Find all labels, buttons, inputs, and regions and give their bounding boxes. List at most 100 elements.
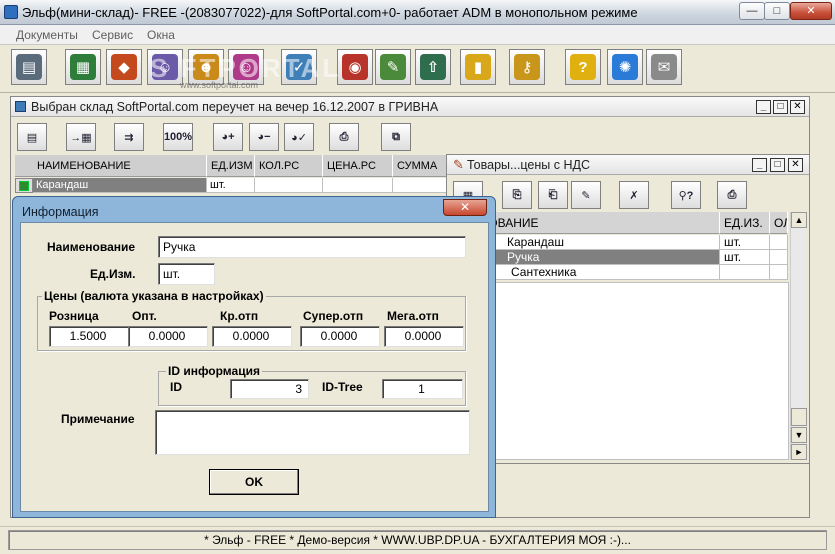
goods-row-unit[interactable]: шт. (720, 235, 770, 250)
exit-button[interactable]: ⇧ (415, 49, 451, 85)
price-label-retail: Розница (49, 309, 99, 323)
check-color-button[interactable]: ◕✓ (284, 123, 314, 151)
goods-row-unit[interactable]: шт. (720, 250, 770, 265)
stock-minimize-button[interactable]: _ (756, 100, 771, 114)
maximize-button[interactable]: □ (764, 2, 790, 20)
price-field-wholesale[interactable]: 0.0000 (128, 326, 208, 347)
stock-close-button[interactable]: ✕ (790, 100, 805, 114)
edit-button[interactable]: ✎ (375, 49, 411, 85)
name-field[interactable]: Ручка (158, 236, 466, 258)
goods-window-icon: ✎ (453, 157, 464, 172)
import-button[interactable]: →▦ (66, 123, 96, 151)
catalog-button[interactable]: ▦ (65, 49, 101, 85)
scroll-right-arrow[interactable]: ► (791, 444, 807, 460)
scroll-up-arrow[interactable]: ▲ (791, 212, 807, 228)
doc-list-button[interactable]: ▤ (17, 123, 47, 151)
note-field[interactable] (155, 410, 470, 455)
goods-close-button[interactable]: ✕ (788, 158, 803, 172)
inventory-icon: ◉ (342, 54, 368, 80)
add-color-button[interactable]: ◕+ (213, 123, 243, 151)
column-header-3[interactable]: ЦЕНА.РС (323, 155, 393, 177)
column-header-0[interactable]: НАИМЕНОВАНИЕ (33, 155, 207, 177)
price-field-super-wholesale[interactable]: 0.0000 (300, 326, 380, 347)
goods-row-qty[interactable] (770, 265, 788, 280)
menu-windows[interactable]: Окна (147, 28, 175, 42)
dialog-title: Информация (22, 205, 99, 219)
unit-field[interactable]: шт. (158, 263, 215, 285)
edit-button[interactable]: ✎ (571, 181, 601, 209)
transfer-icon: ⇉ (124, 131, 134, 144)
help-button[interactable]: ? (565, 49, 601, 85)
window-title: Эльф(мини-склад)- FREE -(2083077022)-для… (22, 5, 638, 20)
price-field-mega-wholesale[interactable]: 0.0000 (384, 326, 464, 347)
windows-button[interactable]: ⧉ (381, 123, 411, 151)
minimize-button[interactable]: — (739, 2, 765, 20)
menu-service[interactable]: Сервис (92, 28, 133, 42)
update-icon: ✺ (612, 54, 638, 80)
update-button[interactable]: ✺ (607, 49, 643, 85)
documents-button[interactable]: ▤ (11, 49, 47, 85)
mail-button[interactable]: ✉ (646, 49, 682, 85)
table-cell[interactable]: Карандаш (33, 178, 207, 193)
id-group-title: ID информация (166, 364, 262, 378)
print-button[interactable]: ⎙ (329, 123, 359, 151)
help-icon: ? (570, 54, 596, 80)
row-indicator (15, 178, 33, 193)
goods-row-qty[interactable] (770, 250, 788, 265)
menu-bar: Документы Сервис Окна (0, 25, 835, 45)
column-header-2[interactable]: КОЛ.РС (255, 155, 323, 177)
find-button[interactable]: ⚲? (671, 181, 701, 209)
delete-button[interactable]: ✗ (619, 181, 649, 209)
goods-minimize-button[interactable]: _ (752, 158, 767, 172)
column-header-1[interactable]: ЕД.ИЗМ (207, 155, 255, 177)
goods-column-header-1[interactable]: ЕД.ИЗ. (720, 212, 770, 234)
table-cell[interactable] (393, 178, 451, 193)
remove-color-button[interactable]: ◕− (249, 123, 279, 151)
goods-grid-empty (449, 282, 789, 460)
exit-icon: ⇧ (420, 54, 446, 80)
key-button[interactable]: ⚷ (509, 49, 545, 85)
goods-maximize-button[interactable]: □ (770, 158, 785, 172)
reports-button[interactable]: ▮ (460, 49, 496, 85)
price-label-small-wholesale: Кр.отп (220, 309, 259, 323)
key-icon: ⚷ (514, 54, 540, 80)
goods-scrollbar[interactable]: ▲ ▼ ► (790, 212, 807, 460)
print-button[interactable]: ⎙ (717, 181, 747, 209)
stock-window-title: Выбран склад SoftPortal.com переучет на … (31, 100, 439, 114)
close-button[interactable]: ✕ (790, 2, 832, 20)
menu-documents[interactable]: Документы (16, 28, 78, 42)
column-header-4[interactable]: СУММА (393, 155, 451, 177)
documents-icon: ▤ (16, 54, 42, 80)
scroll-thumb[interactable] (791, 408, 807, 426)
price-field-retail[interactable]: 1.5000 (49, 326, 129, 347)
transfer-button[interactable]: ⇉ (114, 123, 144, 151)
windows-icon: ⧉ (392, 130, 400, 143)
table-cell[interactable]: шт. (207, 178, 255, 193)
paste-icon: ⎗ (548, 188, 558, 201)
print-icon: ⎙ (339, 130, 349, 143)
copy-button[interactable]: ⎘ (502, 181, 532, 209)
price-field-small-wholesale[interactable]: 0.0000 (212, 326, 292, 347)
idtree-field[interactable]: 1 (382, 379, 463, 399)
goods-column-header-2[interactable]: ОЛ. (770, 212, 788, 234)
watermark-url: www.softportal.com (180, 80, 259, 90)
goods-window-title: Товары...цены с НДС (467, 158, 590, 172)
inventory-button[interactable]: ◉ (337, 49, 373, 85)
scroll-down-arrow[interactable]: ▼ (791, 427, 807, 443)
table-cell[interactable] (323, 178, 393, 193)
delete-icon: ✗ (629, 189, 639, 202)
stock-maximize-button[interactable]: □ (773, 100, 788, 114)
print-icon: ⎙ (727, 188, 737, 201)
window-icon (15, 101, 26, 112)
id-field[interactable]: 3 (230, 379, 309, 399)
goods-row-qty[interactable] (770, 235, 788, 250)
goods-button[interactable]: ◆ (106, 49, 142, 85)
dialog-close-button[interactable]: ✕ (443, 199, 487, 216)
ok-button[interactable]: OK (209, 469, 299, 495)
remove-color-icon: ◕− (257, 131, 271, 143)
app-icon (4, 5, 18, 19)
paste-button[interactable]: ⎗ (538, 181, 568, 209)
goods-row-unit[interactable] (720, 265, 770, 280)
table-cell[interactable] (255, 178, 323, 193)
percent-button[interactable]: 100% (163, 123, 193, 151)
